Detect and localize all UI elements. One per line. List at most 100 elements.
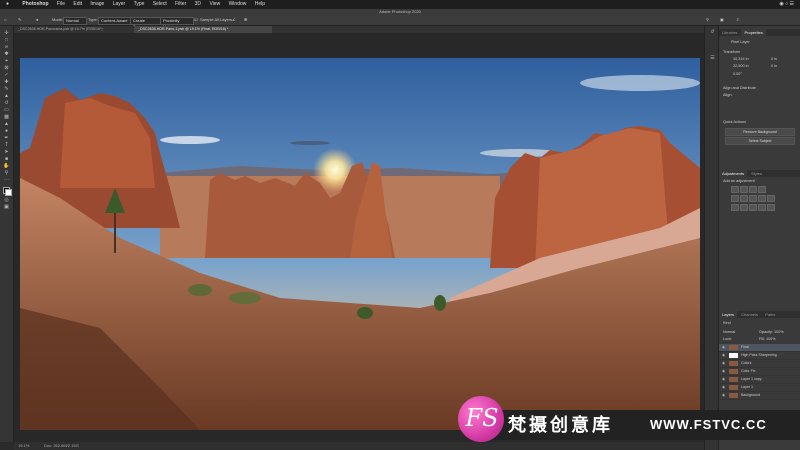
remove-background-button[interactable]: Remove Background [725, 128, 795, 136]
layer-row[interactable]: ◉ Layer 1 [719, 384, 800, 392]
visibility-eye-icon[interactable]: ◉ [722, 352, 725, 359]
menu-help[interactable]: Help [255, 0, 265, 9]
black-white-adjustment-icon[interactable] [758, 195, 766, 202]
brightness-adjustment-icon[interactable] [731, 186, 739, 193]
menu-view[interactable]: View [209, 0, 220, 9]
posterize-adjustment-icon[interactable] [740, 204, 748, 211]
type-content-aware-button[interactable]: Content-Aware [98, 17, 132, 25]
exposure-adjustment-icon[interactable] [758, 186, 766, 193]
tab-styles[interactable]: Styles [748, 170, 765, 177]
gradient-tool-icon[interactable]: ▩ [3, 115, 10, 120]
menu-filter[interactable]: Filter [175, 0, 186, 9]
curves-adjustment-icon[interactable] [749, 186, 757, 193]
y-field[interactable]: 0 in [771, 64, 777, 68]
layer-row[interactable]: ◉ Colors [719, 360, 800, 368]
dodge-tool-icon[interactable]: ● [3, 129, 10, 134]
properties-panel-icon[interactable]: ☰ [709, 56, 716, 61]
type-tool-icon[interactable]: T [3, 143, 10, 148]
hue-saturation-adjustment-icon[interactable] [740, 195, 748, 202]
screen-mode-icon[interactable]: ▣ [3, 205, 10, 210]
visibility-eye-icon[interactable]: ◉ [722, 384, 725, 391]
frame-tool-icon[interactable]: ⊠ [3, 66, 10, 71]
history-brush-tool-icon[interactable]: ↺ [3, 101, 10, 106]
home-icon[interactable]: ⌂ [4, 15, 6, 25]
angle-icon[interactable]: ∠ [232, 15, 236, 25]
visibility-eye-icon[interactable]: ◉ [722, 376, 725, 383]
vibrance-adjustment-icon[interactable] [731, 195, 739, 202]
move-tool-icon[interactable]: ✢ [3, 31, 10, 36]
pen-tool-icon[interactable]: ✒ [3, 136, 10, 141]
brush-size-icon[interactable]: ● [36, 15, 38, 25]
levels-adjustment-icon[interactable] [740, 186, 748, 193]
healing-tool-icon[interactable]: ✚ [3, 80, 10, 85]
share-icon[interactable]: ⇧ [736, 15, 739, 25]
layer-row[interactable]: ◉ High Pass Sharpening [719, 352, 800, 360]
pressure-icon[interactable]: ❆ [244, 15, 247, 25]
search-icon[interactable]: ⚲ [706, 15, 709, 25]
menu-window[interactable]: Window [229, 0, 247, 9]
shape-tool-icon[interactable]: ■ [3, 157, 10, 162]
layer-row[interactable]: ◉ Color Fix [719, 368, 800, 376]
angle-field[interactable]: 0.00° [733, 72, 742, 76]
eyedropper-tool-icon[interactable]: ✓ [3, 73, 10, 78]
x-field[interactable]: 0 in [771, 57, 777, 61]
lasso-tool-icon[interactable]: ∞ [3, 45, 10, 50]
menu-select[interactable]: Select [153, 0, 167, 9]
crop-tool-icon[interactable]: ⌖ [3, 59, 10, 64]
opacity-field[interactable]: Opacity: 100% [759, 330, 784, 334]
marquee-tool-icon[interactable]: □ [3, 38, 10, 43]
create-texture-button[interactable]: Create Texture [130, 17, 162, 29]
menu-file[interactable]: File [57, 0, 65, 9]
color-swatches-icon[interactable] [3, 187, 12, 196]
blur-tool-icon[interactable]: ▲ [3, 122, 10, 127]
menu-layer[interactable]: Layer [113, 0, 126, 9]
zoom-tool-icon[interactable]: ⚲ [3, 171, 10, 176]
visibility-eye-icon[interactable]: ◉ [722, 344, 725, 351]
gradient-map-adjustment-icon[interactable] [758, 204, 766, 211]
visibility-eye-icon[interactable]: ◉ [722, 392, 725, 399]
tab-layers[interactable]: Layers [719, 311, 738, 318]
photo-filter-adjustment-icon[interactable] [767, 195, 775, 202]
selective-color-adjustment-icon[interactable] [767, 204, 775, 211]
hand-tool-icon[interactable]: ✋ [3, 164, 10, 169]
more-tools-icon[interactable]: ⋯ [3, 178, 10, 183]
layer-row[interactable]: ◉ Final [719, 344, 800, 352]
eraser-tool-icon[interactable]: ▭ [3, 108, 10, 113]
layer-row[interactable]: ◉ Background [719, 392, 800, 400]
menu-type[interactable]: Type [134, 0, 145, 9]
menu-edit[interactable]: Edit [73, 0, 82, 9]
zoom-level[interactable]: 19.1% [18, 442, 29, 450]
brush-tool-icon[interactable]: ✎ [3, 87, 10, 92]
layer-row[interactable]: ◉ Layer 1 copy [719, 376, 800, 384]
proximity-match-button[interactable]: Proximity Match [160, 17, 194, 29]
tab-document-1[interactable]: _DSC2636-HDR-Panorama.psb @ 16.7% (RGB/1… [14, 26, 142, 33]
tab-adjustments[interactable]: Adjustments [719, 170, 748, 177]
tab-properties[interactable]: Properties [741, 29, 766, 36]
height-field[interactable]: 22,500 in [733, 64, 749, 68]
clone-stamp-tool-icon[interactable]: ▲ [3, 94, 10, 99]
select-subject-button[interactable]: Select Subject [725, 137, 795, 145]
quick-select-tool-icon[interactable]: ✱ [3, 52, 10, 57]
history-panel-icon[interactable]: ↺ [709, 30, 716, 35]
threshold-adjustment-icon[interactable] [749, 204, 757, 211]
healing-brush-icon[interactable]: ✎ [18, 15, 21, 25]
menu-3d[interactable]: 3D [195, 0, 201, 9]
apple-icon[interactable]: ● [6, 0, 9, 9]
tab-channels[interactable]: Channels [738, 311, 761, 318]
visibility-eye-icon[interactable]: ◉ [722, 360, 725, 367]
menu-image[interactable]: Image [90, 0, 104, 9]
invert-adjustment-icon[interactable] [731, 204, 739, 211]
visibility-eye-icon[interactable]: ◉ [722, 368, 725, 375]
width-field[interactable]: 10,314 in [733, 57, 749, 61]
app-menu[interactable]: Photoshop [22, 0, 48, 9]
blend-mode-select[interactable]: Normal [723, 330, 735, 334]
mode-select[interactable]: Normal [63, 17, 87, 25]
canyon-panorama-image[interactable] [20, 58, 700, 430]
fill-field[interactable]: Fill: 100% [759, 337, 776, 341]
tab-document-2[interactable]: _DSC2636-HDR-Pano-1.psb @ 19.1% (Final, … [134, 26, 272, 33]
layer-kind-filter[interactable]: Kind [723, 321, 731, 325]
tab-paths[interactable]: Paths [762, 311, 778, 318]
path-select-tool-icon[interactable]: ➤ [3, 150, 10, 155]
tab-libraries[interactable]: Libraries [719, 29, 740, 36]
sample-all-checkbox[interactable]: ☑ [194, 15, 198, 25]
